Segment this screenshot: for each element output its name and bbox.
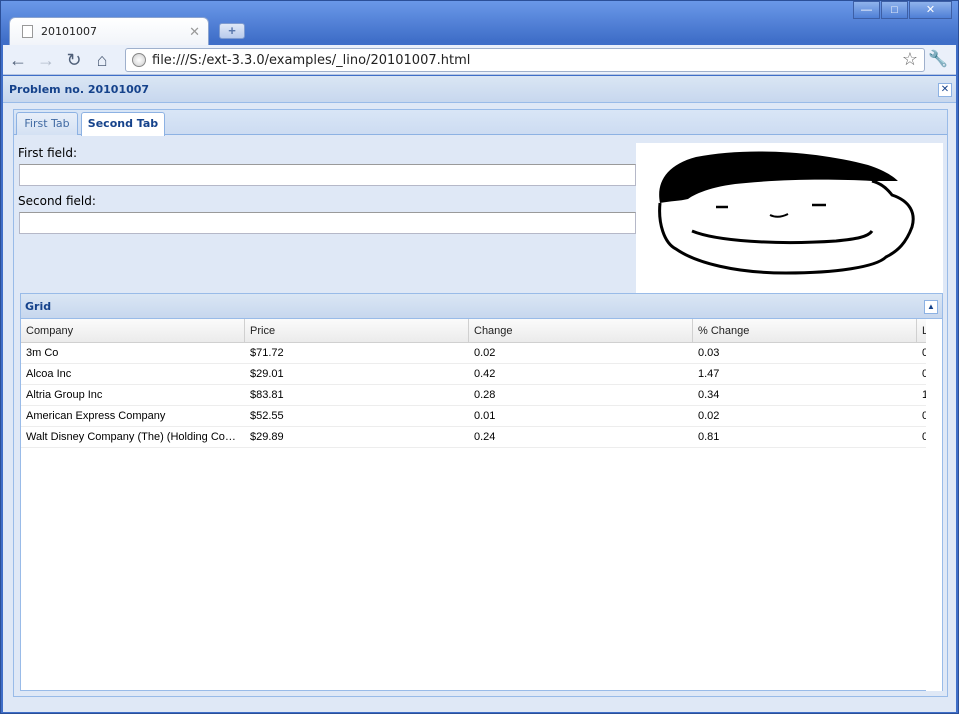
browser-window: — □ ✕ 20101007 ✕ + ← → ↻ ⌂ file:///S:/ex…	[0, 0, 959, 714]
cell-pct-change: 0.34	[698, 389, 720, 401]
grid-body: Company Price Change % Change L 3m Co $7…	[21, 319, 926, 664]
browser-tab[interactable]: 20101007 ✕	[9, 17, 209, 45]
home-icon[interactable]: ⌂	[89, 47, 115, 73]
cell-last: 0	[917, 427, 926, 447]
first-field-input[interactable]	[19, 164, 636, 186]
new-tab-button[interactable]: +	[219, 23, 245, 39]
globe-icon	[132, 53, 146, 67]
tab-close-icon[interactable]: ✕	[189, 24, 200, 40]
tab-second[interactable]: Second Tab	[81, 112, 165, 136]
cell-last: 1	[917, 385, 926, 405]
wrench-icon[interactable]: 🔧	[928, 49, 948, 69]
document-icon	[22, 25, 33, 38]
second-field-input[interactable]	[19, 212, 636, 234]
column-price[interactable]: Price	[245, 319, 469, 342]
column-company[interactable]: Company	[21, 319, 245, 342]
browser-tabstrip: 20101007 ✕ +	[9, 15, 869, 45]
close-icon[interactable]: ✕	[938, 83, 952, 97]
cell-pct-change: 0.03	[698, 347, 720, 359]
table-row[interactable]: American Express Company $52.55 0.01 0.0…	[21, 406, 926, 427]
cell-last: 0	[917, 343, 926, 363]
maximize-button[interactable]: □	[881, 1, 908, 19]
window-close-button[interactable]: ✕	[909, 1, 952, 19]
cell-price: $29.01	[250, 368, 284, 380]
cell-company: Altria Group Inc	[26, 389, 103, 401]
cell-price: $71.72	[250, 347, 284, 359]
cell-price: $83.81	[250, 389, 284, 401]
table-row[interactable]: 3m Co $71.72 0.02 0.03 0	[21, 343, 926, 364]
cell-change: 0.24	[474, 431, 496, 443]
cell-last: 0	[917, 406, 926, 426]
address-bar[interactable]: file:///S:/ext-3.3.0/examples/_lino/2010…	[125, 48, 925, 72]
tab-bar: First Tab Second Tab	[14, 110, 947, 136]
reload-icon[interactable]: ↻	[61, 47, 87, 73]
browser-toolbar: ← → ↻ ⌂ file:///S:/ext-3.3.0/examples/_l…	[3, 45, 956, 75]
cell-pct-change: 1.47	[698, 368, 720, 380]
grid-header: Grid ▲	[21, 294, 942, 319]
column-last[interactable]: L	[917, 319, 926, 342]
panel-title: Problem no. 20101007	[9, 82, 150, 96]
second-field-label: Second field:	[18, 194, 96, 208]
cell-change: 0.01	[474, 410, 496, 422]
cell-price: $29.89	[250, 431, 284, 443]
browser-tab-title: 20101007	[41, 25, 97, 38]
bookmark-star-icon[interactable]: ☆	[902, 49, 918, 70]
cell-change: 0.42	[474, 368, 496, 380]
form-area: First field: Second field:	[14, 137, 636, 287]
tab-panel: First Tab Second Tab First field: Second…	[13, 109, 948, 697]
table-row[interactable]: Alcoa Inc $29.01 0.42 1.47 0	[21, 364, 926, 385]
url-text[interactable]: file:///S:/ext-3.3.0/examples/_lino/2010…	[152, 53, 470, 68]
first-field-label: First field:	[18, 146, 78, 160]
back-arrow-icon[interactable]: ←	[5, 47, 31, 73]
cell-change: 0.02	[474, 347, 496, 359]
page-content: Problem no. 20101007 ✕ First Tab Second …	[3, 76, 956, 712]
forward-arrow-icon[interactable]: →	[33, 47, 59, 73]
cell-price: $52.55	[250, 410, 284, 422]
grid-title: Grid	[25, 299, 52, 313]
cell-company: Alcoa Inc	[26, 368, 72, 380]
table-row[interactable]: Altria Group Inc $83.81 0.28 0.34 1	[21, 385, 926, 406]
cell-last: 0	[917, 364, 926, 384]
tab-first[interactable]: First Tab	[16, 112, 78, 135]
grid-scrollbar[interactable]	[926, 319, 942, 691]
face-drawing-image	[636, 143, 943, 293]
panel-header: Problem no. 20101007 ✕	[3, 76, 956, 103]
cell-pct-change: 0.02	[698, 410, 720, 422]
column-change[interactable]: Change	[469, 319, 693, 342]
cell-company: Walt Disney Company (The) (Holding Compa…	[26, 431, 245, 443]
grid-panel: Grid ▲ Company Price Change % Change L 3…	[20, 293, 943, 691]
cell-company: 3m Co	[26, 347, 59, 359]
cell-change: 0.28	[474, 389, 496, 401]
cell-company: American Express Company	[26, 410, 166, 422]
cell-pct-change: 0.81	[698, 431, 720, 443]
column-pct-change[interactable]: % Change	[693, 319, 917, 342]
table-row[interactable]: Walt Disney Company (The) (Holding Compa…	[21, 427, 926, 448]
collapse-up-icon[interactable]: ▲	[924, 300, 938, 314]
grid-column-header: Company Price Change % Change L	[21, 319, 926, 343]
